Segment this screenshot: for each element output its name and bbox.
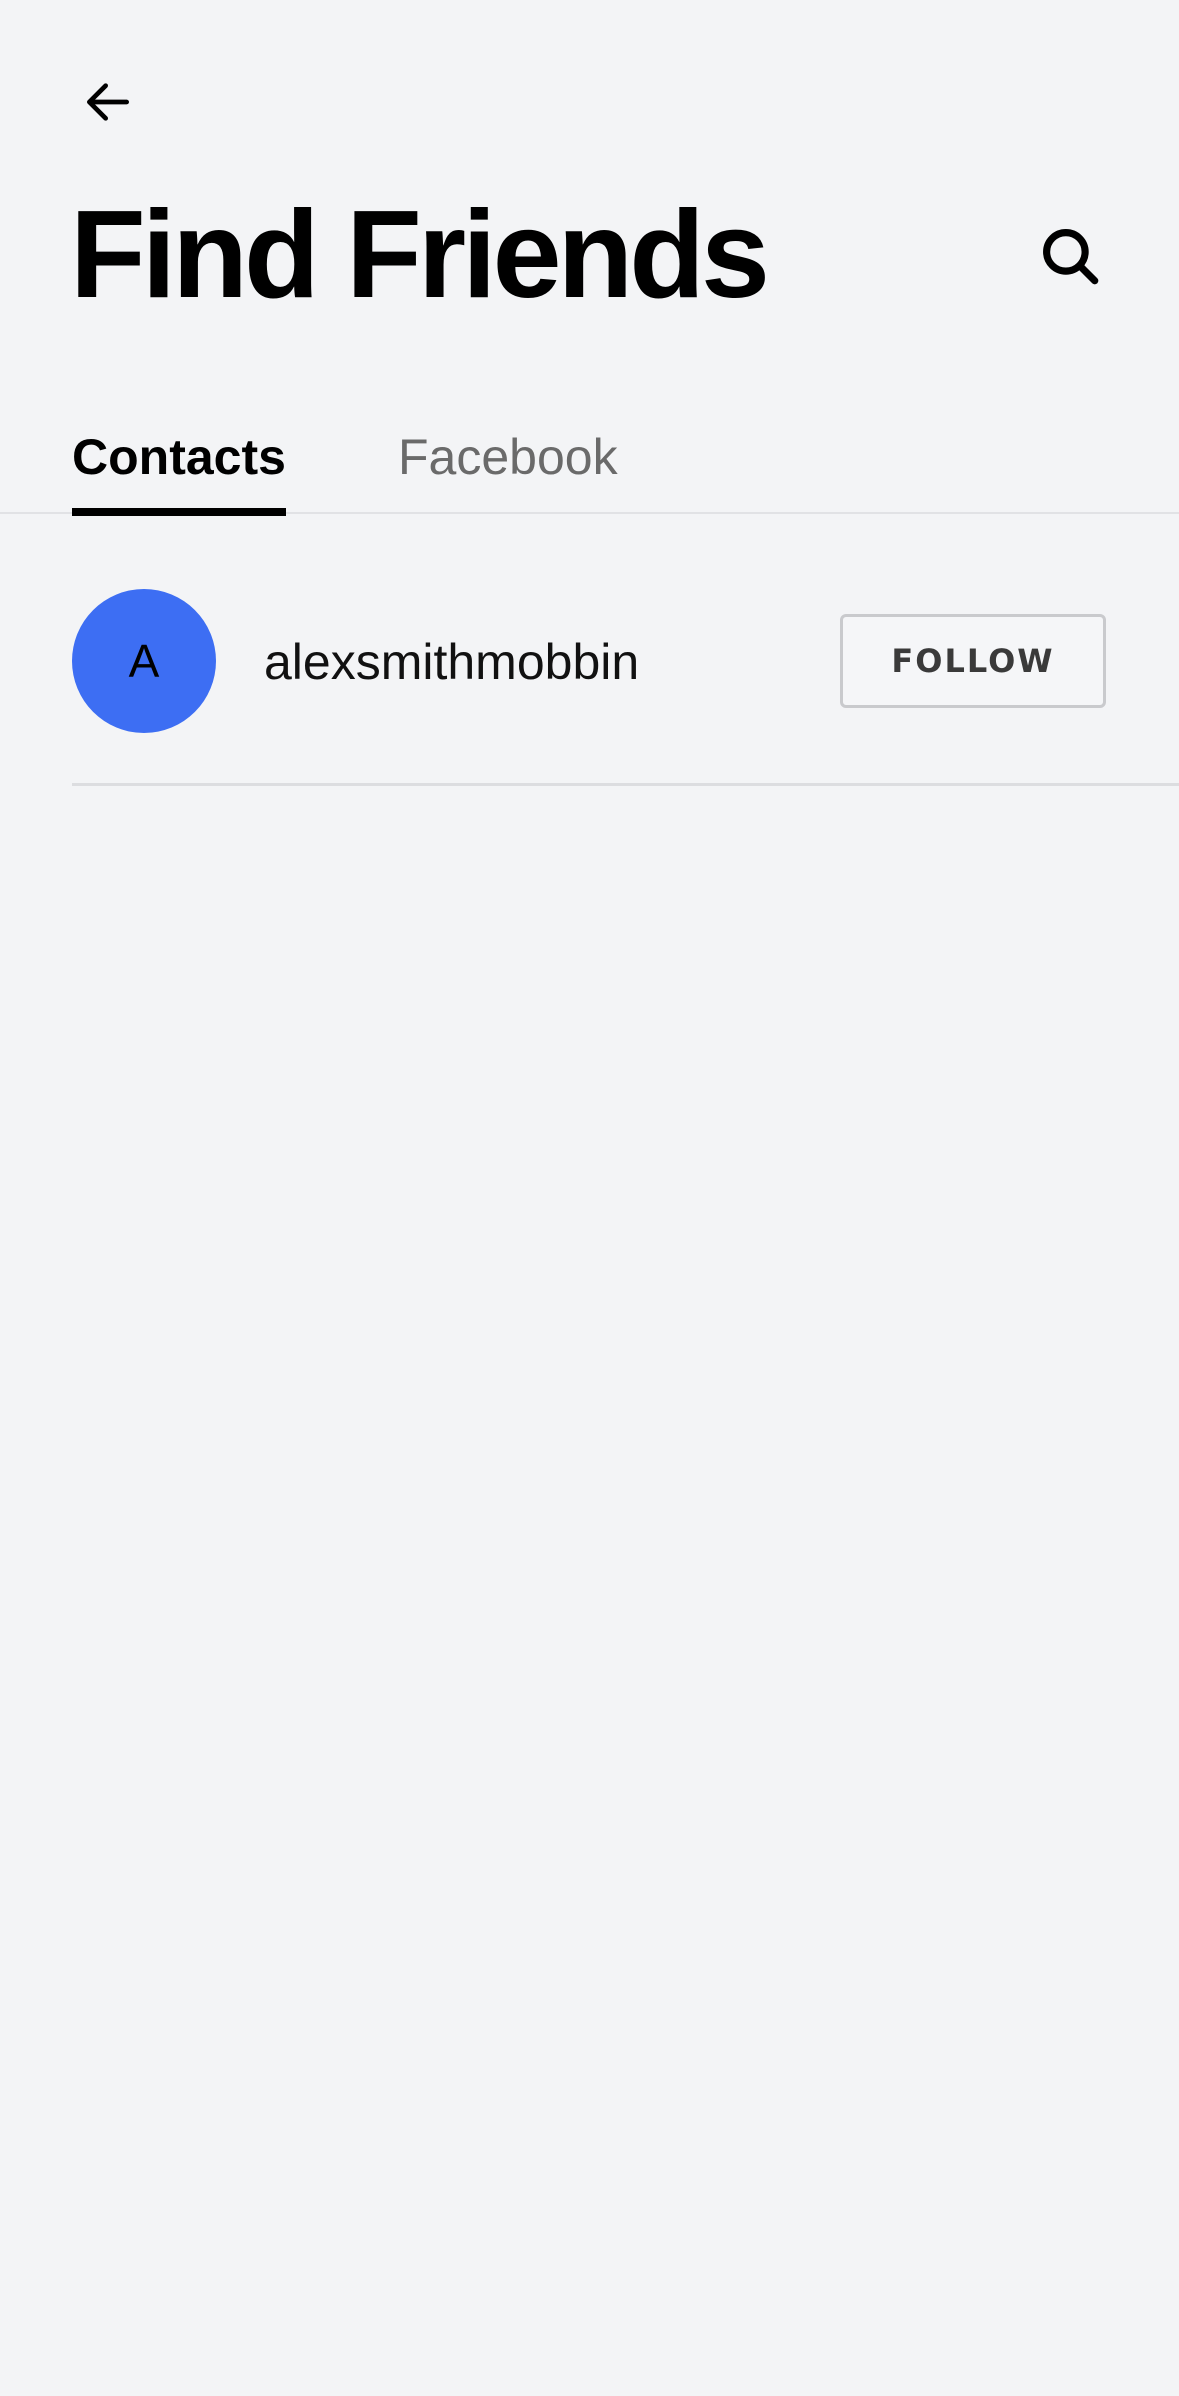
tab-contacts[interactable]: Contacts	[72, 400, 286, 516]
tab-contacts-label: Contacts	[72, 429, 286, 485]
arrow-left-icon	[87, 83, 129, 121]
search-button[interactable]	[1030, 216, 1110, 296]
back-button[interactable]	[72, 66, 144, 138]
tab-bar: Contacts Facebook	[0, 400, 1179, 516]
follow-button[interactable]: FOLLOW	[840, 614, 1106, 708]
avatar[interactable]: A	[72, 589, 216, 733]
contact-list-item: A alexsmithmobbin FOLLOW	[72, 514, 1179, 786]
page-title: Find Friends	[70, 186, 770, 324]
contact-username[interactable]: alexsmithmobbin	[264, 632, 639, 692]
avatar-initial: A	[128, 635, 160, 687]
tab-facebook-label: Facebook	[398, 429, 618, 485]
tab-facebook[interactable]: Facebook	[398, 400, 618, 514]
search-icon	[1043, 229, 1099, 285]
